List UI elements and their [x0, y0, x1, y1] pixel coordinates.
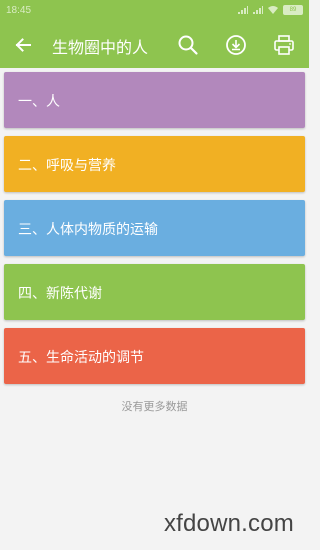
battery-icon: 89 [283, 5, 303, 15]
status-time: 18:45 [6, 5, 32, 16]
chapter-label: 二、呼吸与营养 [18, 158, 116, 174]
chapter-label: 五、生命活动的调节 [18, 350, 144, 366]
watermark: xfdown.com [163, 510, 294, 537]
status-icons: 89 [238, 5, 303, 15]
arrow-left-icon[interactable] [13, 35, 33, 55]
app-toolbar: 生物圈中的人 [0, 22, 309, 68]
print-icon[interactable] [273, 34, 295, 56]
no-more-data-note: 没有更多数据 [121, 400, 188, 413]
signal-icon [253, 6, 263, 14]
wifi-icon [268, 6, 278, 14]
chapter-card[interactable]: 五、生命活动的调节 [4, 328, 305, 384]
chapter-label: 一、人 [18, 94, 60, 110]
page-title: 生物圈中的人 [52, 38, 149, 57]
download-circle-icon[interactable] [225, 34, 247, 56]
chapter-label: 四、新陈代谢 [18, 286, 102, 302]
status-bar: 18:45 89 [0, 0, 309, 22]
signal-icon [238, 6, 248, 14]
chapter-label: 三、人体内物质的运输 [18, 222, 158, 238]
chapter-card[interactable]: 三、人体内物质的运输 [4, 200, 305, 256]
chapter-card[interactable]: 四、新陈代谢 [4, 264, 305, 320]
search-icon[interactable] [177, 34, 199, 56]
chapter-card[interactable]: 一、人 [4, 72, 305, 128]
chapter-card[interactable]: 二、呼吸与营养 [4, 136, 305, 192]
